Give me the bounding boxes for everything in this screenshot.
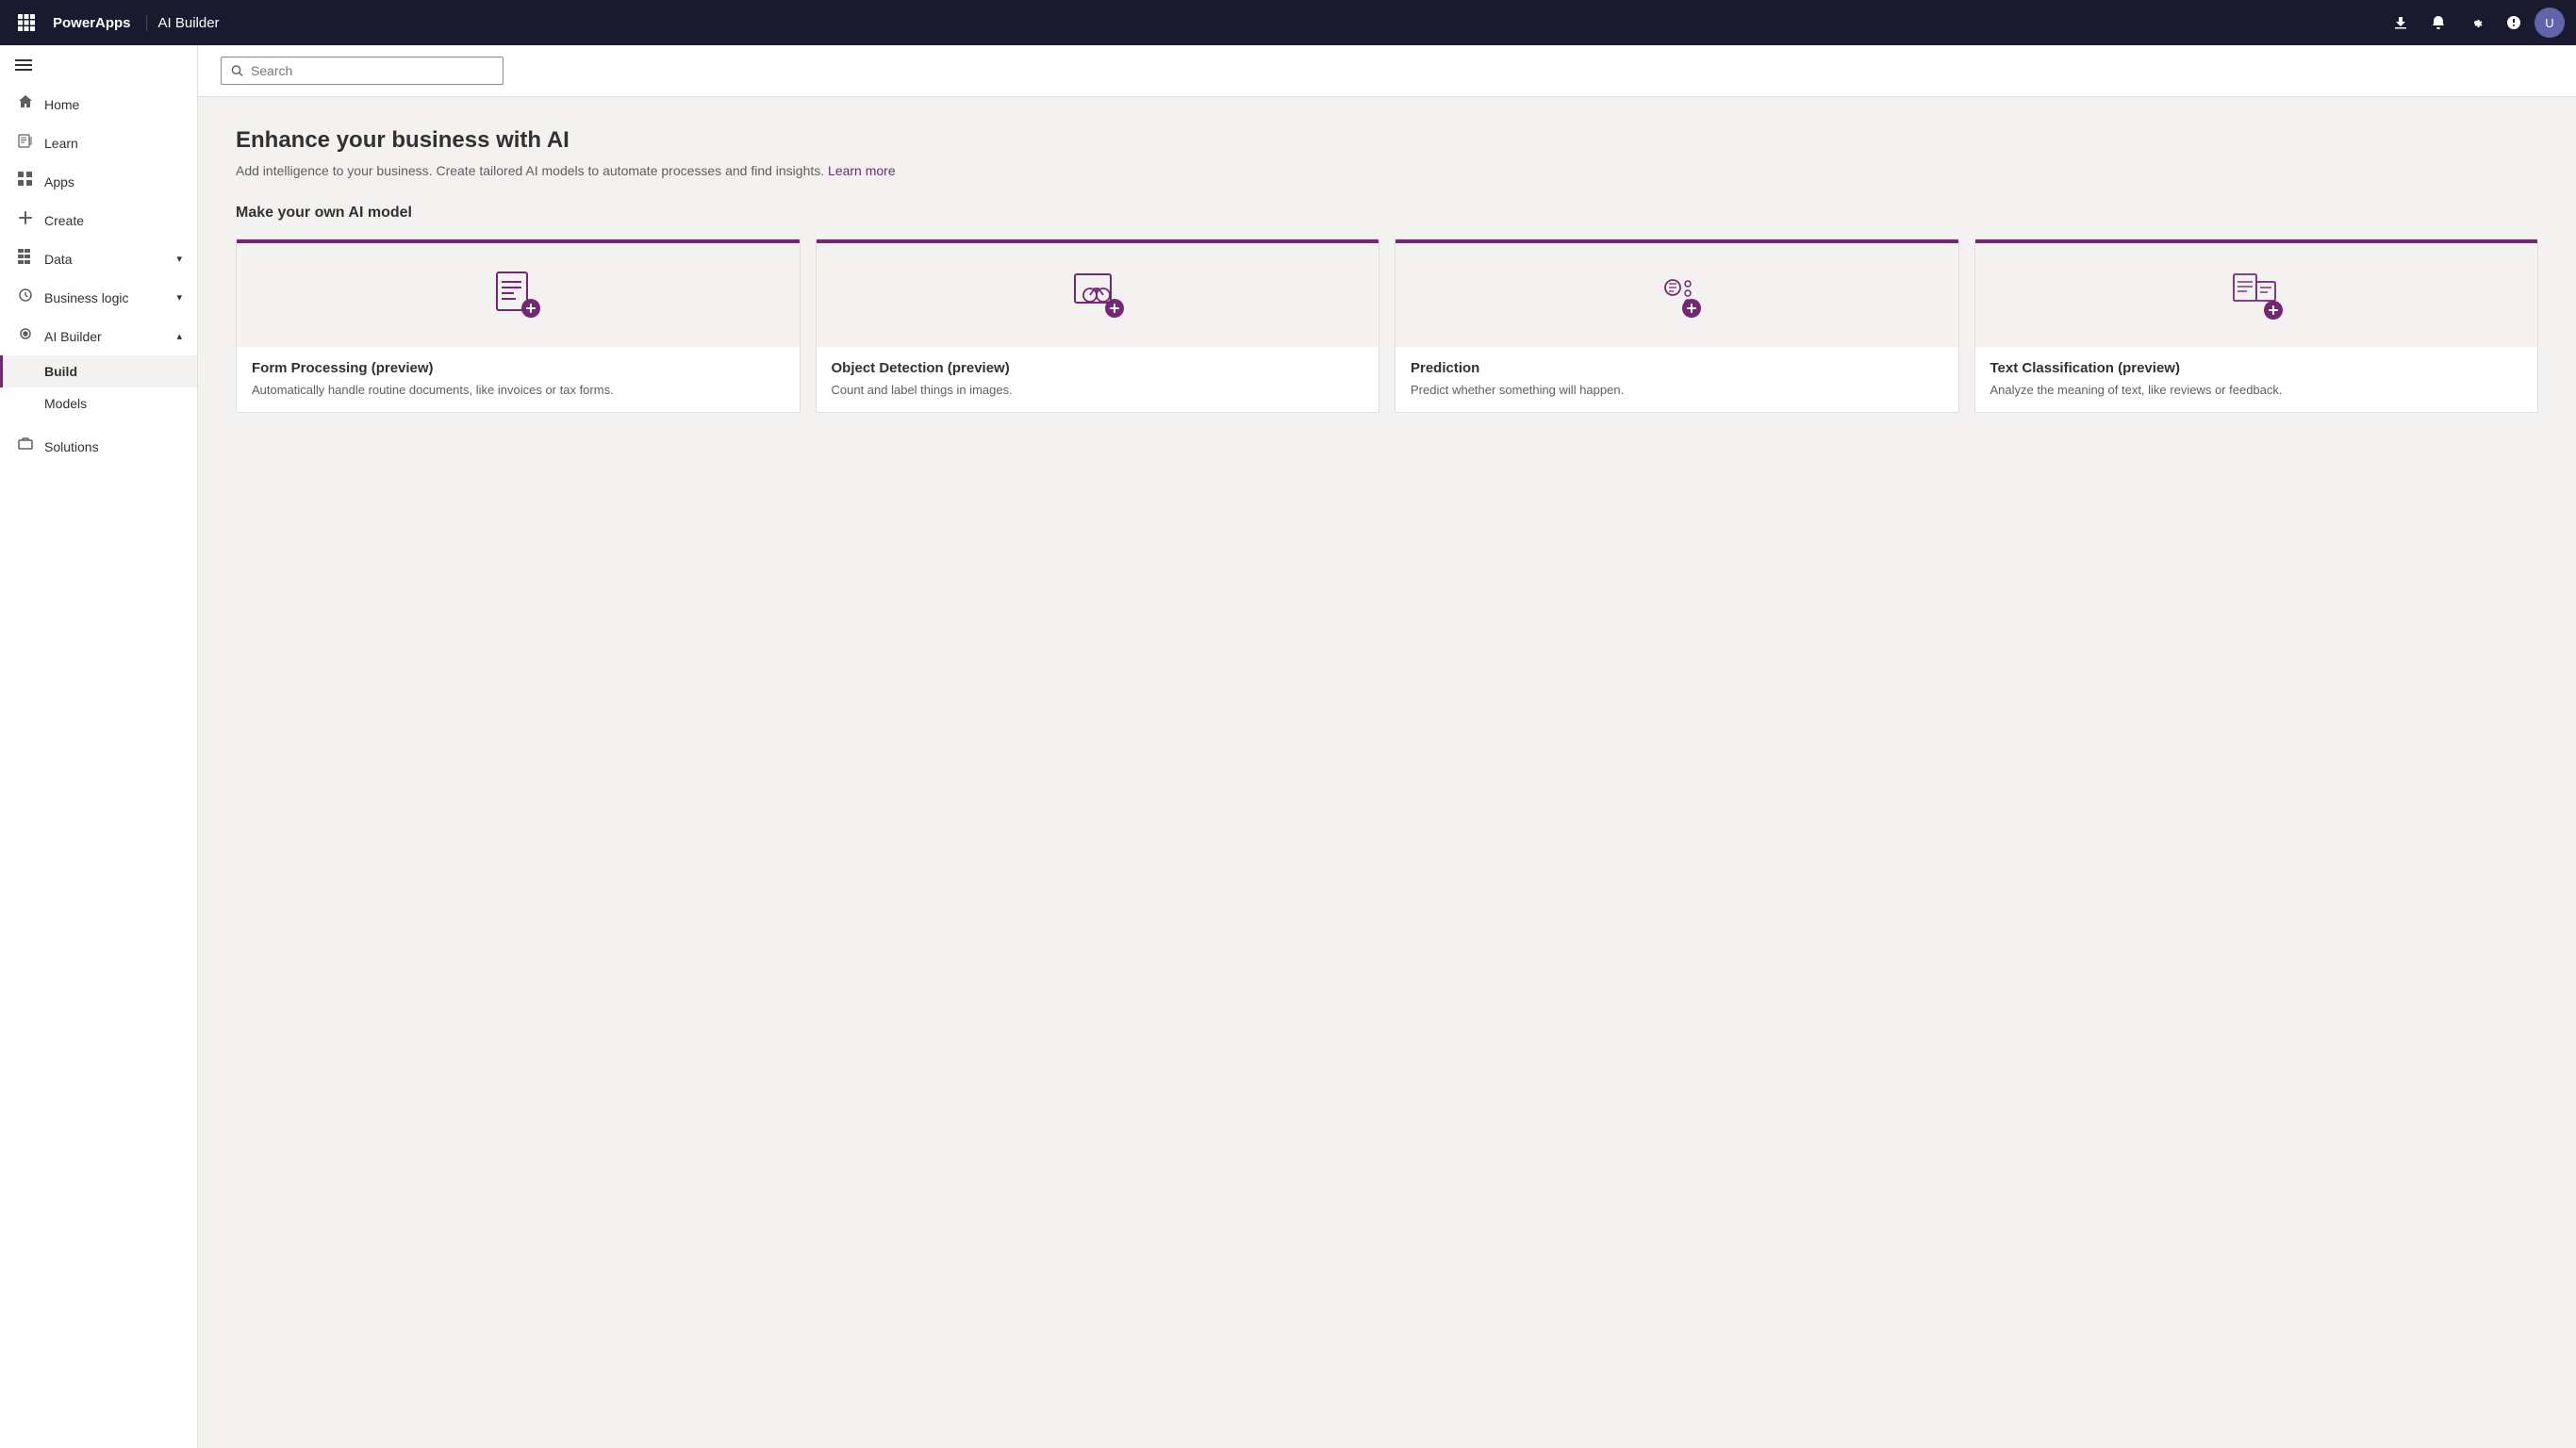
text-classification-title: Text Classification (preview): [1990, 360, 2523, 376]
card-icon-area-prediction: [1395, 243, 1958, 347]
cards-grid: Form Processing (preview) Automatically …: [236, 239, 2538, 413]
sidebar-item-home[interactable]: Home: [0, 85, 197, 123]
create-icon: [18, 210, 33, 230]
home-icon: [18, 94, 33, 114]
sidebar-sub-item-build-label: Build: [44, 364, 77, 379]
app-name-label: AI Builder: [158, 15, 220, 31]
waffle-menu-button[interactable]: [11, 8, 41, 38]
sidebar-item-business-logic[interactable]: Business logic ▾: [0, 278, 197, 317]
sidebar-item-create[interactable]: Create: [0, 201, 197, 239]
section-title: Make your own AI model: [236, 205, 2538, 222]
sidebar-sub-item-build[interactable]: Build: [0, 355, 197, 387]
sidebar-item-apps-label: Apps: [44, 174, 74, 189]
sidebar-item-data[interactable]: Data ▾: [0, 239, 197, 278]
download-button[interactable]: [2384, 6, 2418, 40]
avatar[interactable]: U: [2535, 8, 2565, 38]
object-detection-card[interactable]: Object Detection (preview) Count and lab…: [816, 239, 1380, 413]
card-icon-area-object: [817, 243, 1379, 347]
text-classification-icon: [2226, 265, 2287, 325]
business-logic-chevron-icon: ▾: [176, 291, 182, 304]
ai-builder-icon: [18, 326, 33, 346]
sidebar-item-data-label: Data: [44, 252, 73, 267]
form-processing-card[interactable]: Form Processing (preview) Automatically …: [236, 239, 801, 413]
object-detection-desc: Count and label things in images.: [832, 382, 1364, 399]
text-classification-card[interactable]: Text Classification (preview) Analyze th…: [1974, 239, 2539, 413]
business-logic-icon: [18, 288, 33, 307]
sidebar-item-ai-builder-label: AI Builder: [44, 329, 102, 344]
prediction-card-body: Prediction Predict whether something wil…: [1395, 347, 1958, 412]
sidebar: Home Learn Apps Create Data ▾: [0, 45, 198, 1448]
notification-button[interactable]: [2421, 6, 2455, 40]
learn-more-link[interactable]: Learn more: [828, 163, 896, 178]
sidebar-item-ai-builder[interactable]: AI Builder ▴: [0, 317, 197, 355]
text-classification-card-body: Text Classification (preview) Analyze th…: [1975, 347, 2538, 412]
page-title: Enhance your business with AI: [236, 127, 2538, 154]
form-processing-desc: Automatically handle routine documents, …: [252, 382, 784, 399]
search-input-wrap[interactable]: [221, 57, 504, 85]
sidebar-item-solutions-label: Solutions: [44, 439, 99, 454]
form-processing-icon: [487, 265, 548, 325]
help-button[interactable]: [2497, 6, 2531, 40]
main-content: Enhance your business with AI Add intell…: [198, 97, 2576, 1448]
data-chevron-icon: ▾: [176, 253, 182, 265]
search-input[interactable]: [251, 63, 493, 78]
ai-builder-chevron-icon: ▴: [176, 330, 182, 342]
page-subtitle: Add intelligence to your business. Creat…: [236, 163, 2538, 178]
apps-icon: [18, 172, 33, 191]
prediction-icon: [1646, 265, 1707, 325]
prediction-card[interactable]: Prediction Predict whether something wil…: [1395, 239, 1959, 413]
object-detection-icon: [1067, 265, 1128, 325]
top-nav-right: U: [2384, 6, 2565, 40]
sidebar-item-learn[interactable]: Learn: [0, 123, 197, 162]
learn-icon: [18, 133, 33, 153]
form-processing-title: Form Processing (preview): [252, 360, 784, 376]
solutions-icon: [18, 436, 33, 456]
prediction-desc: Predict whether something will happen.: [1411, 382, 1943, 399]
sidebar-item-solutions[interactable]: Solutions: [0, 427, 197, 466]
top-nav: PowerApps AI Builder U: [0, 0, 2576, 45]
sidebar-sub-item-models-label: Models: [44, 396, 87, 411]
brand-label: PowerApps: [53, 15, 147, 31]
content-area: Enhance your business with AI Add intell…: [198, 45, 2576, 1448]
object-detection-card-body: Object Detection (preview) Count and lab…: [817, 347, 1379, 412]
search-bar: [198, 45, 2576, 97]
sidebar-item-apps[interactable]: Apps: [0, 162, 197, 201]
card-icon-area-text: [1975, 243, 2538, 347]
data-icon: [18, 249, 33, 269]
sidebar-sub-item-models[interactable]: Models: [0, 387, 197, 420]
text-classification-desc: Analyze the meaning of text, like review…: [1990, 382, 2523, 399]
object-detection-title: Object Detection (preview): [832, 360, 1364, 376]
sidebar-collapse-button[interactable]: [0, 45, 197, 85]
page-subtitle-text: Add intelligence to your business. Creat…: [236, 163, 824, 178]
main-layout: Home Learn Apps Create Data ▾: [0, 45, 2576, 1448]
form-processing-card-body: Form Processing (preview) Automatically …: [237, 347, 800, 412]
sidebar-item-learn-label: Learn: [44, 136, 78, 151]
sidebar-item-create-label: Create: [44, 213, 84, 228]
sidebar-item-home-label: Home: [44, 97, 79, 112]
settings-button[interactable]: [2459, 6, 2493, 40]
sidebar-item-business-logic-label: Business logic: [44, 290, 129, 305]
search-icon: [231, 64, 243, 77]
card-icon-area-form: [237, 243, 800, 347]
prediction-title: Prediction: [1411, 360, 1943, 376]
